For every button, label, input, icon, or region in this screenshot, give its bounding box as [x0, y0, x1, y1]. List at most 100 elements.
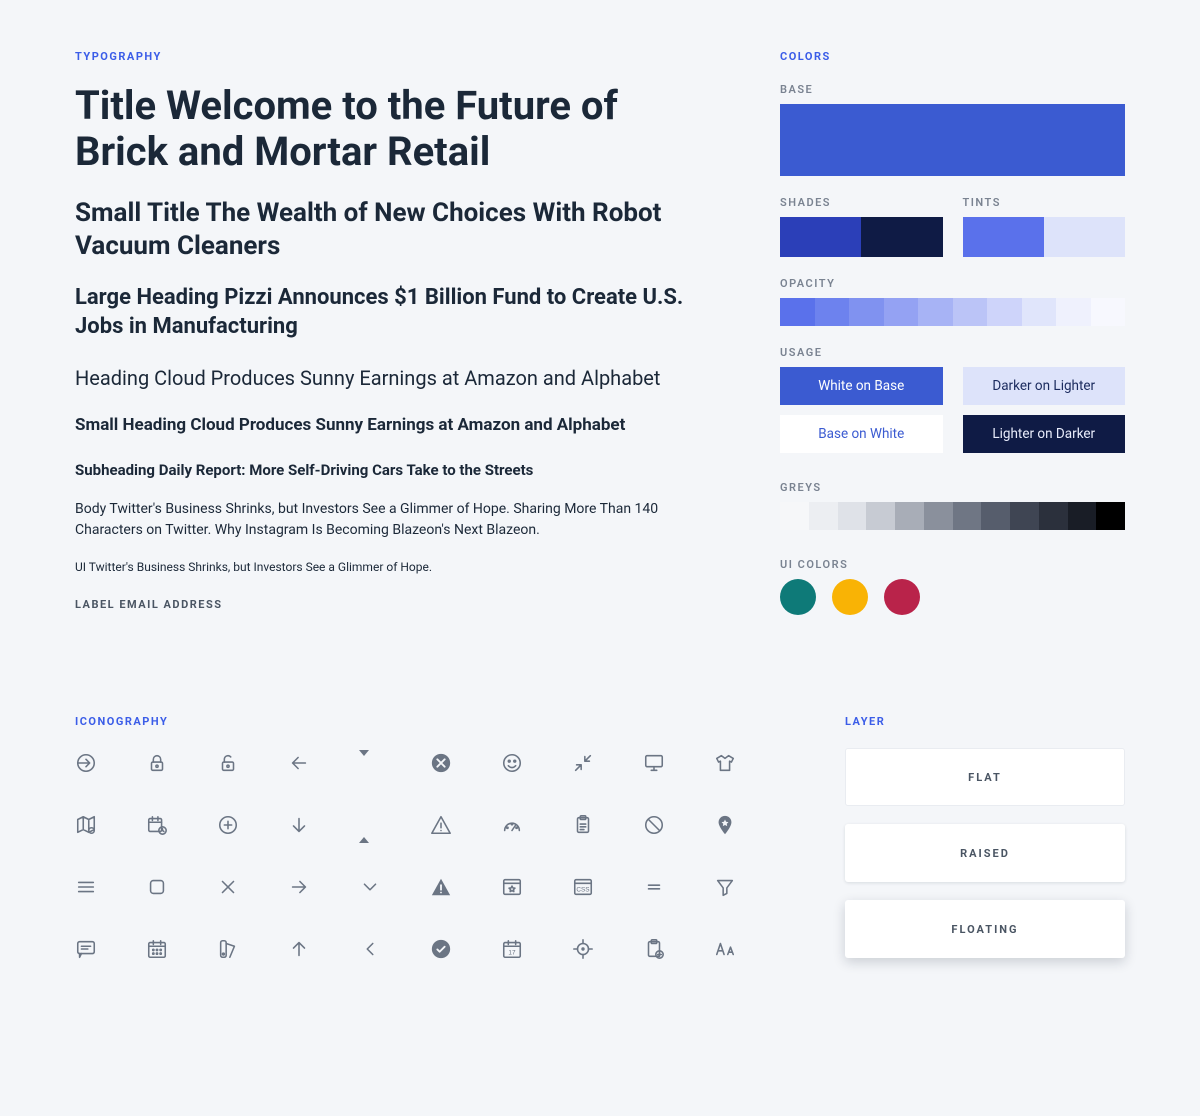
- usage-swatch: Darker on Lighter: [963, 367, 1126, 405]
- slash-circle-icon: [643, 814, 665, 840]
- swatch: [1068, 502, 1097, 530]
- usage-swatch: White on Base: [780, 367, 943, 405]
- usage-swatch: Lighter on Darker: [963, 415, 1126, 453]
- swatch: [963, 217, 1044, 257]
- lock-icon: [146, 752, 168, 778]
- typo-subheading: Subheading Daily Report: More Self-Drivi…: [75, 460, 700, 481]
- iconography-label: ICONOGRAPHY: [75, 715, 775, 728]
- arrow-up-icon: [288, 938, 310, 964]
- colors-section: COLORS BASE SHADES TINTS OPACITY USAGE W…: [780, 50, 1125, 635]
- chevron-left-icon: [359, 938, 381, 964]
- svg-text:CSS: CSS: [576, 887, 589, 894]
- shades-row: [780, 217, 943, 257]
- collapse-icon: [572, 752, 594, 778]
- layer-section: LAYER FLAT RAISED FLOATING: [845, 715, 1125, 976]
- caret-down-icon: [359, 756, 369, 775]
- iconography-section: ICONOGRAPHY: [75, 715, 775, 976]
- caret-up-icon: [359, 818, 369, 837]
- funnel-icon: [714, 876, 736, 902]
- css-icon: CSS: [572, 876, 594, 902]
- equals-icon: [643, 876, 665, 902]
- gauge-icon: [501, 814, 523, 840]
- typo-small-heading: Small Heading Cloud Produces Sunny Earni…: [75, 414, 700, 438]
- swatch: [1044, 217, 1125, 257]
- base-swatch: [780, 104, 1125, 176]
- swatch: [861, 217, 942, 257]
- textcase-icon: [714, 938, 736, 964]
- swatch: [815, 298, 850, 326]
- ui-colors-label: UI COLORS: [780, 558, 1125, 571]
- swatch: [1056, 298, 1091, 326]
- usage-swatch: Base on White: [780, 415, 943, 453]
- swatch: [895, 502, 924, 530]
- warning-filled-icon: [430, 876, 452, 902]
- swatch: [780, 502, 809, 530]
- swatch: [884, 298, 919, 326]
- greys-row: [780, 502, 1125, 530]
- typo-large-heading: Large Heading Pizzi Announces $1 Billion…: [75, 284, 700, 341]
- close-icon: [217, 876, 239, 902]
- ui-color-swatch: [780, 579, 816, 615]
- star-pin-icon: [714, 814, 736, 840]
- swatch: [1096, 502, 1125, 530]
- calendar-clock-icon: [146, 814, 168, 840]
- swatch: [953, 502, 982, 530]
- map-pin-icon: [75, 814, 97, 840]
- calendar-date-icon: 17: [501, 938, 523, 964]
- browser-star-icon: [501, 876, 523, 902]
- base-label: BASE: [780, 83, 1125, 96]
- typo-ui: UI Twitter's Business Shrinks, but Inves…: [75, 559, 700, 576]
- menu-icon: [75, 876, 97, 902]
- swatch: [1091, 298, 1126, 326]
- swatch: [1039, 502, 1068, 530]
- swatch: [987, 298, 1022, 326]
- layer-flat: FLAT: [845, 748, 1125, 806]
- monitor-icon: [643, 752, 665, 778]
- usage-grid: White on Base Darker on Lighter Base on Wh…: [780, 367, 1125, 453]
- clipboard-plus-icon: [643, 938, 665, 964]
- chevron-down-icon: [359, 876, 381, 902]
- unlock-icon: [217, 752, 239, 778]
- enter-icon: [75, 752, 97, 778]
- close-circle-icon: [430, 752, 452, 778]
- arrow-down-icon: [288, 814, 310, 840]
- swatch: [924, 502, 953, 530]
- clipboard-list-icon: [572, 814, 594, 840]
- swatchbook-icon: [217, 938, 239, 964]
- check-circle-icon: [430, 938, 452, 964]
- crosshair-icon: [572, 938, 594, 964]
- comment-icon: [75, 938, 97, 964]
- tints-label: TINTS: [963, 196, 1126, 209]
- layer-raised: RAISED: [845, 824, 1125, 882]
- swatch: [981, 502, 1010, 530]
- arrow-right-icon: [288, 876, 310, 902]
- colors-label: COLORS: [780, 50, 1125, 63]
- tints-row: [963, 217, 1126, 257]
- layer-label: LAYER: [845, 715, 1125, 728]
- swatch: [953, 298, 988, 326]
- icon-grid: CSS 17: [75, 748, 775, 964]
- warning-triangle-icon: [430, 814, 452, 840]
- typography-section: TYPOGRAPHY Title Welcome to the Future o…: [75, 50, 700, 635]
- arrow-left-icon: [288, 752, 310, 778]
- ui-color-swatch: [832, 579, 868, 615]
- typo-small-title: Small Title The Wealth of New Choices Wi…: [75, 197, 700, 262]
- greys-label: GREYS: [780, 481, 1125, 494]
- typo-body: Body Twitter's Business Shrinks, but Inv…: [75, 499, 700, 541]
- typo-title: Title Welcome to the Future of Brick and…: [75, 83, 700, 175]
- usage-label: USAGE: [780, 346, 1125, 359]
- ui-colors-row: [780, 579, 1125, 615]
- swatch: [780, 298, 815, 326]
- swatch: [1022, 298, 1057, 326]
- layer-floating: FLOATING: [845, 900, 1125, 958]
- plus-circle-icon: [217, 814, 239, 840]
- opacity-label: OPACITY: [780, 277, 1125, 290]
- swatch: [838, 502, 867, 530]
- typography-label: TYPOGRAPHY: [75, 50, 700, 63]
- shirt-icon: [714, 752, 736, 778]
- swatch: [849, 298, 884, 326]
- svg-text:17: 17: [508, 950, 516, 957]
- typo-label: LABEL EMAIL ADDRESS: [75, 598, 700, 611]
- opacity-row: [780, 298, 1125, 326]
- ui-color-swatch: [884, 579, 920, 615]
